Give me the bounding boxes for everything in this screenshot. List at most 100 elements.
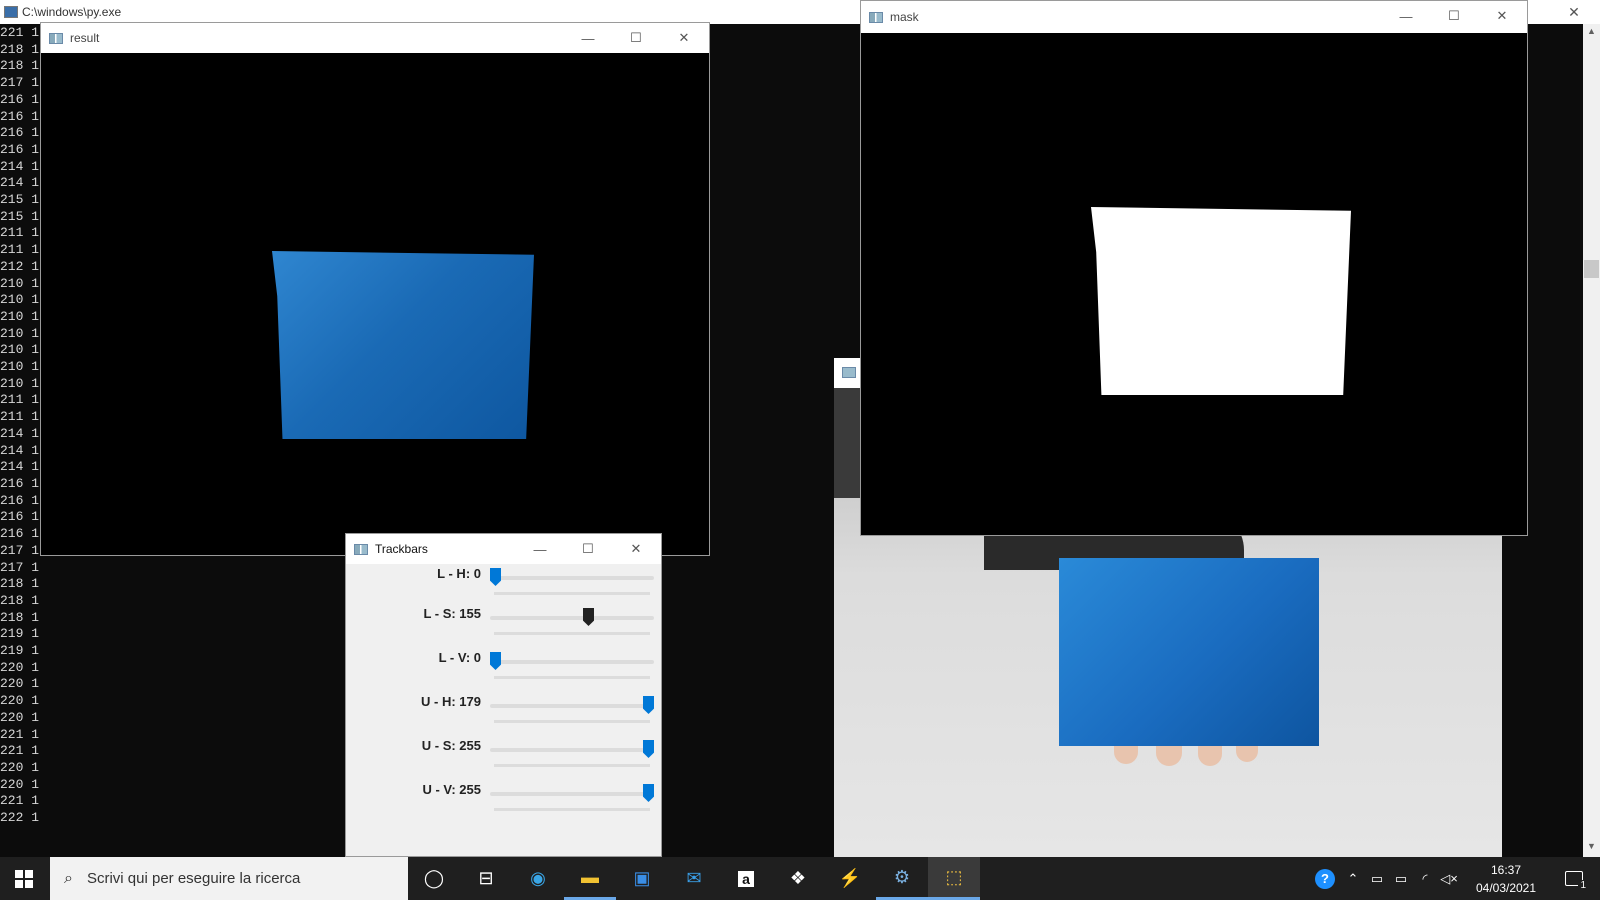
mask-window: mask — ☐ ✕ (860, 0, 1528, 536)
console-line: 217 1 (0, 559, 40, 575)
clock-date: 04/03/2021 (1475, 881, 1537, 895)
finger (1236, 746, 1258, 762)
trackbar-slider[interactable] (490, 616, 654, 620)
mail-icon[interactable]: ✉ (668, 857, 720, 900)
console-line: 220 1 (0, 659, 40, 675)
dropbox-icon[interactable]: ❖ (772, 857, 824, 900)
notification-count: 1 (1578, 880, 1588, 891)
volume-mute-icon[interactable]: ◁× (1438, 857, 1460, 900)
maximize-button[interactable]: ☐ (613, 23, 659, 53)
trackbar-scale (494, 592, 650, 595)
console-line: 221 1 (0, 726, 40, 742)
clock[interactable]: 16:37 04/03/2021 (1462, 861, 1550, 897)
edge-icon[interactable]: ◉ (512, 857, 564, 900)
cortana-icon[interactable]: ◯ (408, 857, 460, 900)
trackbar-label: L - V: 0 (438, 650, 481, 665)
trackbars-title: Trackbars (375, 542, 428, 556)
chevron-up-icon[interactable]: ⌃ (1342, 857, 1364, 900)
window-app-icon (49, 32, 63, 44)
mask-titlebar[interactable]: mask — ☐ ✕ (861, 1, 1527, 33)
clock-time: 16:37 (1490, 863, 1522, 877)
finger (1114, 746, 1138, 764)
search-placeholder: Scrivi qui per eseguire la ricerca (86, 870, 301, 887)
trackbar-scale (494, 764, 650, 767)
wifi-icon[interactable]: ◜ (1414, 857, 1436, 900)
scroll-down-icon[interactable]: ▼ (1583, 841, 1600, 855)
sword-app-icon[interactable]: ⚡ (824, 857, 876, 900)
trackbar-thumb[interactable] (643, 696, 654, 714)
scrollbar-thumb[interactable] (1584, 260, 1599, 278)
result-titlebar[interactable]: result — ☐ ✕ (41, 23, 709, 53)
meet-now-icon[interactable]: ▭ (1366, 857, 1388, 900)
start-button[interactable] (0, 857, 48, 900)
trackbar-slider[interactable] (490, 660, 654, 664)
console-line: 218 1 (0, 609, 40, 625)
trackbar-scale (494, 808, 650, 811)
taskbar: ⌕ Scrivi qui per eseguire la ricerca ◯ ⊟… (0, 857, 1600, 900)
search-box[interactable]: ⌕ Scrivi qui per eseguire la ricerca (50, 857, 408, 900)
store-icon[interactable]: ▣ (616, 857, 668, 900)
help-icon[interactable]: ? (1310, 857, 1340, 900)
close-button[interactable]: ✕ (613, 534, 659, 564)
file-explorer-icon[interactable]: ▬ (564, 857, 616, 900)
trackbar-label: L - S: 155 (423, 606, 481, 621)
python-idle-icon[interactable]: ⚙ (876, 857, 928, 900)
console-line: 221 1 (0, 743, 40, 759)
amazon-icon[interactable]: a (720, 857, 772, 900)
scroll-up-icon[interactable]: ▲ (1583, 26, 1600, 40)
console-scrollbar[interactable]: ▲ ▼ (1583, 24, 1600, 857)
trackbars-window: Trackbars — ☐ ✕ L - H: 0 L - S: 155 L - V:… (345, 533, 662, 857)
console-line: 221 1 (0, 793, 40, 809)
trackbar-slider[interactable] (490, 792, 654, 796)
trackbar-label: U - H: 179 (421, 694, 481, 709)
trackbar-row: L - S: 155 (346, 604, 663, 648)
maximize-button[interactable]: ☐ (565, 534, 611, 564)
search-icon: ⌕ (64, 869, 73, 887)
console-line: 220 1 (0, 693, 40, 709)
trackbar-row: U - H: 179 (346, 692, 663, 736)
result-window: result — ☐ ✕ (40, 22, 710, 556)
console-line: 220 1 (0, 776, 40, 792)
trackbar-thumb[interactable] (643, 784, 654, 802)
mask-image (861, 33, 1527, 535)
mask-title: mask (890, 10, 919, 24)
minimize-button[interactable]: — (517, 534, 563, 564)
result-image (41, 53, 709, 555)
minimize-button[interactable]: — (565, 23, 611, 53)
finger (1198, 746, 1222, 766)
notification-center-icon[interactable]: 1 (1556, 857, 1592, 900)
trackbar-thumb[interactable] (583, 608, 594, 626)
console-app-icon (4, 6, 18, 18)
close-button[interactable]: ✕ (1479, 1, 1525, 31)
trackbar-slider[interactable] (490, 576, 654, 580)
trackbar-thumb[interactable] (490, 652, 501, 670)
blue-object (1059, 558, 1319, 746)
trackbar-slider[interactable] (490, 704, 654, 708)
trackbars-titlebar[interactable]: Trackbars — ☐ ✕ (346, 534, 661, 564)
battery-icon[interactable]: ▭ (1390, 857, 1412, 900)
task-view-icon[interactable]: ⊟ (460, 857, 512, 900)
console-line: 220 1 (0, 709, 40, 725)
trackbar-scale (494, 720, 650, 723)
finger (1156, 746, 1182, 766)
trackbar-label: U - S: 255 (421, 738, 481, 753)
console-line: 222 1 (0, 810, 40, 826)
trackbar-scale (494, 632, 650, 635)
python-icon[interactable]: ⬚ (928, 857, 980, 900)
trackbar-row: U - S: 255 (346, 736, 663, 780)
console-title: C:\windows\py.exe (22, 5, 122, 19)
trackbar-row: L - V: 0 (346, 648, 663, 692)
console-line: 218 1 (0, 576, 40, 592)
close-button[interactable]: ✕ (661, 23, 707, 53)
trackbar-row: L - H: 0 (346, 564, 663, 608)
console-close-icon[interactable]: ✕ (1558, 0, 1590, 24)
trackbar-thumb[interactable] (490, 568, 501, 586)
window-app-icon (842, 367, 856, 378)
minimize-button[interactable]: — (1383, 1, 1429, 31)
console-line: 218 1 (0, 592, 40, 608)
trackbar-thumb[interactable] (643, 740, 654, 758)
mask-region (1091, 207, 1351, 395)
trackbar-scale (494, 676, 650, 679)
maximize-button[interactable]: ☐ (1431, 1, 1477, 31)
trackbar-slider[interactable] (490, 748, 654, 752)
